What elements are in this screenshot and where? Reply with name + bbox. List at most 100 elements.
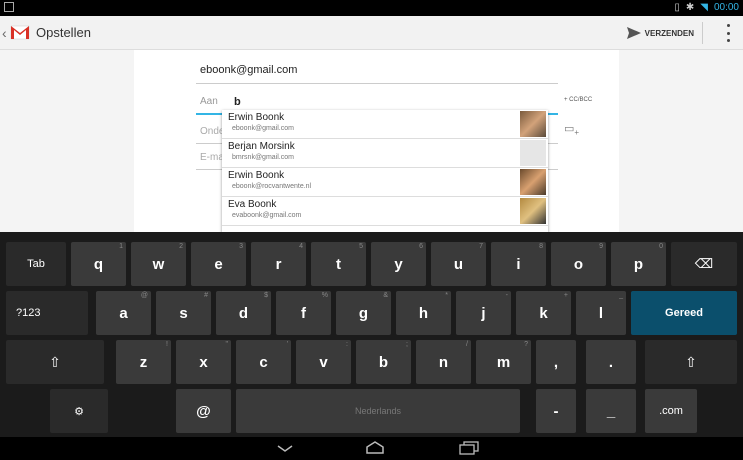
- key-a[interactable]: a @: [96, 291, 151, 335]
- contact-photo: [520, 169, 546, 195]
- send-label: VERZENDEN: [644, 28, 694, 38]
- key-c[interactable]: c ': [236, 340, 291, 384]
- send-icon: [626, 27, 641, 39]
- key-label: i: [516, 255, 521, 273]
- hide-keyboard-icon[interactable]: [275, 441, 295, 455]
- settings-key[interactable]: ⚙: [50, 389, 108, 433]
- key-r[interactable]: r4: [251, 242, 306, 286]
- key-hint: :: [346, 341, 348, 348]
- key-label: z: [139, 353, 148, 371]
- key-label: c: [259, 353, 268, 371]
- recent-apps-icon[interactable]: [458, 441, 480, 455]
- key-g[interactable]: g &: [336, 291, 391, 335]
- contact-name: Erwin Boonk: [228, 170, 285, 181]
- from-account[interactable]: eboonk@gmail.com: [200, 64, 297, 76]
- contact-photo: [520, 111, 546, 137]
- key-w[interactable]: w2: [131, 242, 186, 286]
- contact-email: evaboonk@gmail.com: [232, 212, 302, 219]
- suggestion-item[interactable]: Eva Boonk evaboonk@gmail.com: [222, 197, 548, 226]
- shift-left-key[interactable]: ⇧: [6, 340, 104, 384]
- key-hint: +: [563, 292, 568, 299]
- key-o[interactable]: o9: [551, 242, 606, 286]
- key-hint: ": [225, 341, 229, 348]
- key-hint: 3: [239, 243, 243, 250]
- key-label: y: [394, 255, 403, 273]
- gallery-notification-icon: [4, 2, 14, 12]
- contact-photo: [520, 198, 546, 224]
- key-hint: 9: [599, 243, 603, 250]
- key-l[interactable]: l _: [576, 291, 626, 335]
- key-hint: @: [140, 292, 148, 299]
- home-icon[interactable]: [364, 441, 386, 455]
- key-label: x: [199, 353, 208, 371]
- battery-icon: ▯: [674, 2, 680, 13]
- contact-email: bmrsnk@gmail.com: [232, 154, 294, 161]
- overflow-menu-icon[interactable]: [725, 24, 731, 42]
- key-label: s: [179, 304, 188, 322]
- key-h[interactable]: h *: [396, 291, 451, 335]
- key-label: b: [378, 353, 389, 371]
- key-j[interactable]: j-: [456, 291, 511, 335]
- contact-email: eboonk@gmail.com: [232, 125, 294, 132]
- done-key[interactable]: Gereed: [631, 291, 737, 335]
- key-x[interactable]: x ": [176, 340, 231, 384]
- key-y[interactable]: y6: [371, 242, 426, 286]
- key-hint: -: [505, 292, 508, 299]
- key-hint: _: [619, 292, 623, 299]
- key-label: o: [573, 255, 584, 273]
- suggestion-item[interactable]: Erwin Boonk eboonk@rocvantwente.nl: [222, 168, 548, 197]
- key-z[interactable]: z!: [116, 340, 171, 384]
- key-hint: /: [466, 341, 468, 348]
- shift-right-key[interactable]: ⇧: [645, 340, 737, 384]
- dash-key[interactable]: -: [536, 389, 576, 433]
- to-input[interactable]: b: [234, 96, 241, 108]
- key-t[interactable]: t5: [311, 242, 366, 286]
- key-hint: 0: [659, 243, 663, 250]
- at-key[interactable]: @: [176, 389, 231, 433]
- key-label: l: [598, 304, 604, 322]
- key-period[interactable]: .: [586, 340, 636, 384]
- key-comma[interactable]: ,: [536, 340, 576, 384]
- key-f[interactable]: f%: [276, 291, 331, 335]
- key-d[interactable]: d $: [216, 291, 271, 335]
- attach-picture-icon[interactable]: ▭+: [564, 122, 580, 137]
- suggestion-item[interactable]: Berjan Morsink bmrsnk@gmail.com: [222, 139, 548, 168]
- key-q[interactable]: q1: [71, 242, 126, 286]
- contact-photo: [520, 140, 546, 166]
- key-v[interactable]: v:: [296, 340, 351, 384]
- symbols-key[interactable]: ?123: [6, 291, 88, 335]
- key-label: e: [214, 255, 223, 273]
- key-p[interactable]: p0: [611, 242, 666, 286]
- key-label: j: [481, 304, 486, 322]
- key-s[interactable]: s #: [156, 291, 211, 335]
- key-i[interactable]: i8: [491, 242, 546, 286]
- underscore-key[interactable]: _: [586, 389, 636, 433]
- cc-bcc-button[interactable]: + CC/BCC: [564, 97, 592, 103]
- key-u[interactable]: u7: [431, 242, 486, 286]
- subject-field[interactable]: Onde: [200, 126, 224, 137]
- send-button[interactable]: VERZENDEN: [626, 22, 703, 44]
- shift-icon: ⇧: [49, 353, 61, 370]
- space-key[interactable]: Nederlands: [236, 389, 520, 433]
- divider: [196, 83, 558, 84]
- key-e[interactable]: e3: [191, 242, 246, 286]
- gmail-logo-icon[interactable]: [10, 22, 30, 42]
- clock: 00:00: [713, 2, 739, 13]
- key-label: t: [336, 255, 341, 273]
- key-b[interactable]: b;: [356, 340, 411, 384]
- contact-name: Eva Boonk: [228, 199, 277, 210]
- body-field[interactable]: E-ma: [200, 152, 224, 163]
- dotcom-key[interactable]: .com: [645, 389, 697, 433]
- key-m[interactable]: m?: [476, 340, 531, 384]
- key-label: a: [119, 304, 128, 322]
- tab-key[interactable]: Tab: [6, 242, 66, 286]
- up-caret-icon[interactable]: ‹: [2, 25, 7, 41]
- suggestion-item[interactable]: Erwin Boonk eboonk@gmail.com: [222, 110, 548, 139]
- key-k[interactable]: k +: [516, 291, 571, 335]
- key-label: h: [418, 304, 429, 322]
- backspace-key[interactable]: ⌫: [671, 242, 737, 286]
- key-hint: 1: [119, 243, 123, 250]
- key-n[interactable]: n /: [416, 340, 471, 384]
- wifi-icon: ◥: [700, 2, 708, 13]
- key-label: g: [358, 304, 369, 322]
